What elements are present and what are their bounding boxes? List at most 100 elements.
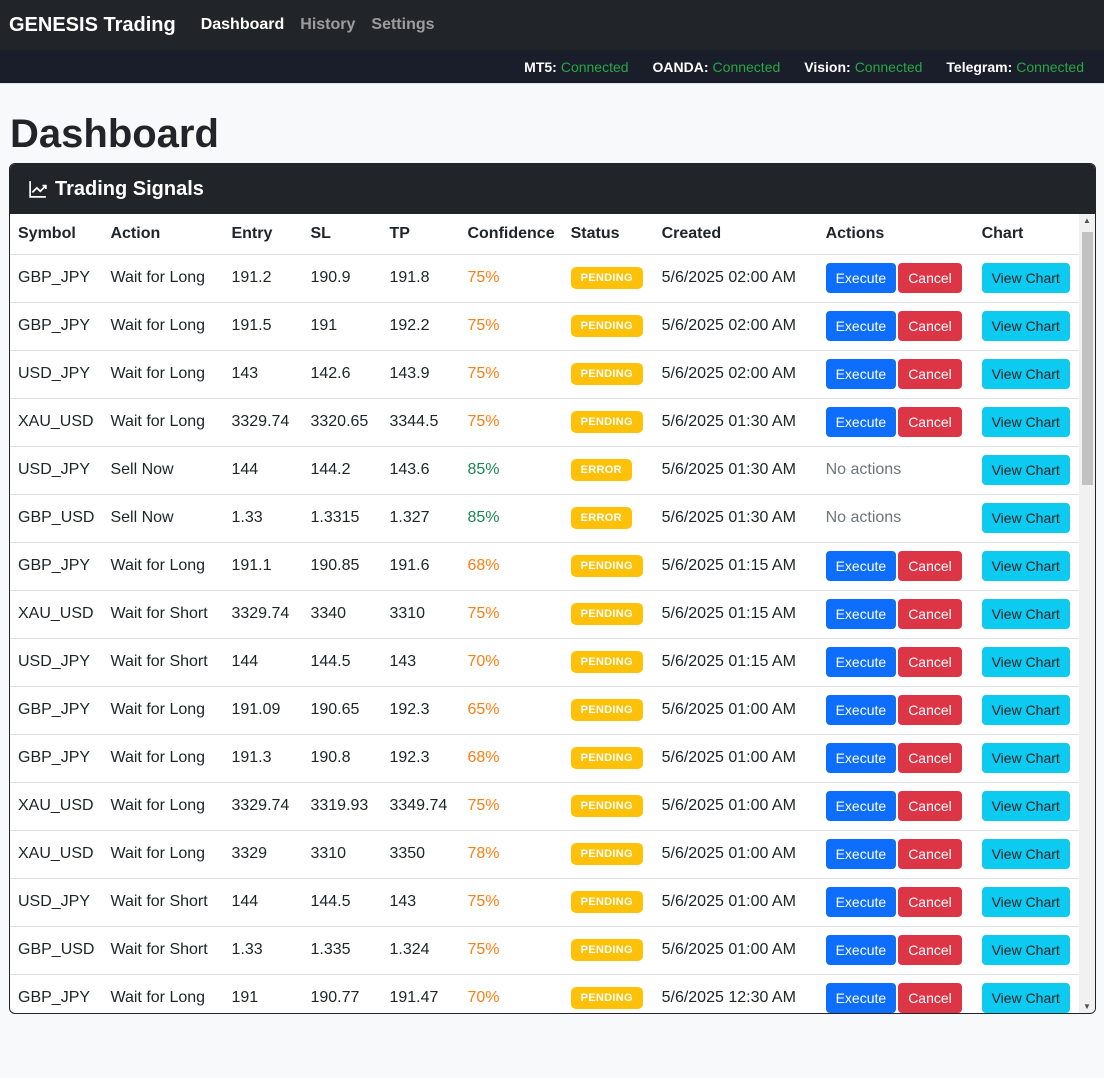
cell-chart: View Chart <box>973 590 1079 639</box>
cell-sl: 144.5 <box>302 638 382 687</box>
connection-status-bar: MT5: Connected OANDA: Connected Vision: Con… <box>0 50 1104 84</box>
view-chart-button[interactable]: View Chart <box>981 791 1070 821</box>
cancel-button[interactable]: Cancel <box>898 263 962 293</box>
col-status[interactable]: Status <box>562 214 654 255</box>
cell-status: PENDING <box>562 398 654 447</box>
cancel-button[interactable]: Cancel <box>898 791 962 821</box>
view-chart-button[interactable]: View Chart <box>981 647 1070 677</box>
top-navbar: GENESIS Trading Dashboard History Settin… <box>0 0 1104 50</box>
cancel-button[interactable]: Cancel <box>898 839 962 869</box>
scroll-down-arrow-icon[interactable]: ▼ <box>1082 1002 1092 1011</box>
cell-actions: Execute Cancel <box>817 878 974 927</box>
scroll-up-arrow-icon[interactable]: ▲ <box>1082 216 1092 225</box>
nav-dashboard[interactable]: Dashboard <box>201 16 285 34</box>
cancel-button[interactable]: Cancel <box>898 599 962 629</box>
cell-confidence: 68% <box>459 734 563 783</box>
execute-button[interactable]: Execute <box>825 887 897 917</box>
cell-created: 5/6/2025 01:30 AM <box>653 446 818 495</box>
execute-button[interactable]: Execute <box>825 743 897 773</box>
status-mt5: MT5: Connected <box>524 58 629 75</box>
view-chart-button[interactable]: View Chart <box>981 263 1070 293</box>
cell-entry: 3329 <box>223 830 303 879</box>
cancel-button[interactable]: Cancel <box>898 359 962 389</box>
execute-button[interactable]: Execute <box>825 263 897 293</box>
cell-chart: View Chart <box>973 686 1079 735</box>
vertical-scrollbar[interactable]: ▲ ▼ <box>1079 214 1095 1013</box>
cell-sl: 191 <box>302 302 382 351</box>
cell-status: ERROR <box>562 446 654 495</box>
col-tp[interactable]: TP <box>381 214 460 255</box>
col-entry[interactable]: Entry <box>223 214 303 255</box>
view-chart-button[interactable]: View Chart <box>981 455 1070 485</box>
cell-chart: View Chart <box>973 926 1079 975</box>
cell-sl: 144.2 <box>302 446 382 495</box>
view-chart-button[interactable]: View Chart <box>981 503 1070 533</box>
nav-settings[interactable]: Settings <box>371 16 434 34</box>
table-row: GBP_JPY Wait for Long 191 190.77 191.47 … <box>10 974 1079 1013</box>
cell-actions: Execute Cancel <box>817 542 974 591</box>
cancel-button[interactable]: Cancel <box>898 551 962 581</box>
col-symbol[interactable]: Symbol <box>10 214 103 255</box>
col-created[interactable]: Created <box>653 214 818 255</box>
cell-tp: 191.8 <box>381 254 460 303</box>
cell-actions: Execute Cancel <box>817 398 974 447</box>
cell-sl: 3340 <box>302 590 382 639</box>
view-chart-button[interactable]: View Chart <box>981 743 1070 773</box>
execute-button[interactable]: Execute <box>825 311 897 341</box>
table-row: GBP_JPY Wait for Long 191.5 191 192.2 75… <box>10 302 1079 351</box>
view-chart-button[interactable]: View Chart <box>981 695 1070 725</box>
execute-button[interactable]: Execute <box>825 983 897 1013</box>
cell-entry: 144 <box>223 878 303 927</box>
cancel-button[interactable]: Cancel <box>898 935 962 965</box>
view-chart-button[interactable]: View Chart <box>981 407 1070 437</box>
cancel-button[interactable]: Cancel <box>898 887 962 917</box>
execute-button[interactable]: Execute <box>825 695 897 725</box>
cancel-button[interactable]: Cancel <box>898 743 962 773</box>
execute-button[interactable]: Execute <box>825 599 897 629</box>
table-container[interactable]: Symbol Action Entry SL TP Confidence Sta… <box>10 214 1095 1013</box>
cell-entry: 3329.74 <box>223 398 303 447</box>
execute-button[interactable]: Execute <box>825 359 897 389</box>
col-action[interactable]: Action <box>102 214 224 255</box>
cancel-button[interactable]: Cancel <box>898 983 962 1013</box>
nav-history[interactable]: History <box>300 16 355 34</box>
cell-chart: View Chart <box>973 878 1079 927</box>
cell-tp: 3349.74 <box>381 782 460 831</box>
status-badge: PENDING <box>570 363 643 385</box>
view-chart-button[interactable]: View Chart <box>981 599 1070 629</box>
cancel-button[interactable]: Cancel <box>898 407 962 437</box>
cell-symbol: GBP_JPY <box>10 254 103 303</box>
status-badge: PENDING <box>570 795 643 817</box>
cancel-button[interactable]: Cancel <box>898 695 962 725</box>
view-chart-button[interactable]: View Chart <box>981 935 1070 965</box>
execute-button[interactable]: Execute <box>825 791 897 821</box>
cell-confidence: 75% <box>459 350 563 399</box>
execute-button[interactable]: Execute <box>825 407 897 437</box>
cell-symbol: XAU_USD <box>10 782 103 831</box>
cell-created: 5/6/2025 01:15 AM <box>653 638 818 687</box>
execute-button[interactable]: Execute <box>825 935 897 965</box>
cell-confidence: 75% <box>459 302 563 351</box>
cell-action: Wait for Short <box>102 878 224 927</box>
view-chart-button[interactable]: View Chart <box>981 359 1070 389</box>
scroll-thumb[interactable] <box>1082 232 1093 485</box>
view-chart-button[interactable]: View Chart <box>981 887 1070 917</box>
cell-actions: Execute Cancel <box>817 302 974 351</box>
execute-button[interactable]: Execute <box>825 647 897 677</box>
view-chart-button[interactable]: View Chart <box>981 311 1070 341</box>
status-vision: Vision: Connected <box>804 58 923 75</box>
brand-logo[interactable]: GENESIS Trading <box>9 14 176 37</box>
col-sl[interactable]: SL <box>302 214 382 255</box>
cell-action: Wait for Long <box>102 830 224 879</box>
col-confidence[interactable]: Confidence <box>459 214 563 255</box>
cell-confidence: 68% <box>459 542 563 591</box>
view-chart-button[interactable]: View Chart <box>981 983 1070 1013</box>
cancel-button[interactable]: Cancel <box>898 647 962 677</box>
execute-button[interactable]: Execute <box>825 839 897 869</box>
view-chart-button[interactable]: View Chart <box>981 551 1070 581</box>
execute-button[interactable]: Execute <box>825 551 897 581</box>
cancel-button[interactable]: Cancel <box>898 311 962 341</box>
view-chart-button[interactable]: View Chart <box>981 839 1070 869</box>
cell-entry: 3329.74 <box>223 782 303 831</box>
cell-created: 5/6/2025 01:15 AM <box>653 542 818 591</box>
